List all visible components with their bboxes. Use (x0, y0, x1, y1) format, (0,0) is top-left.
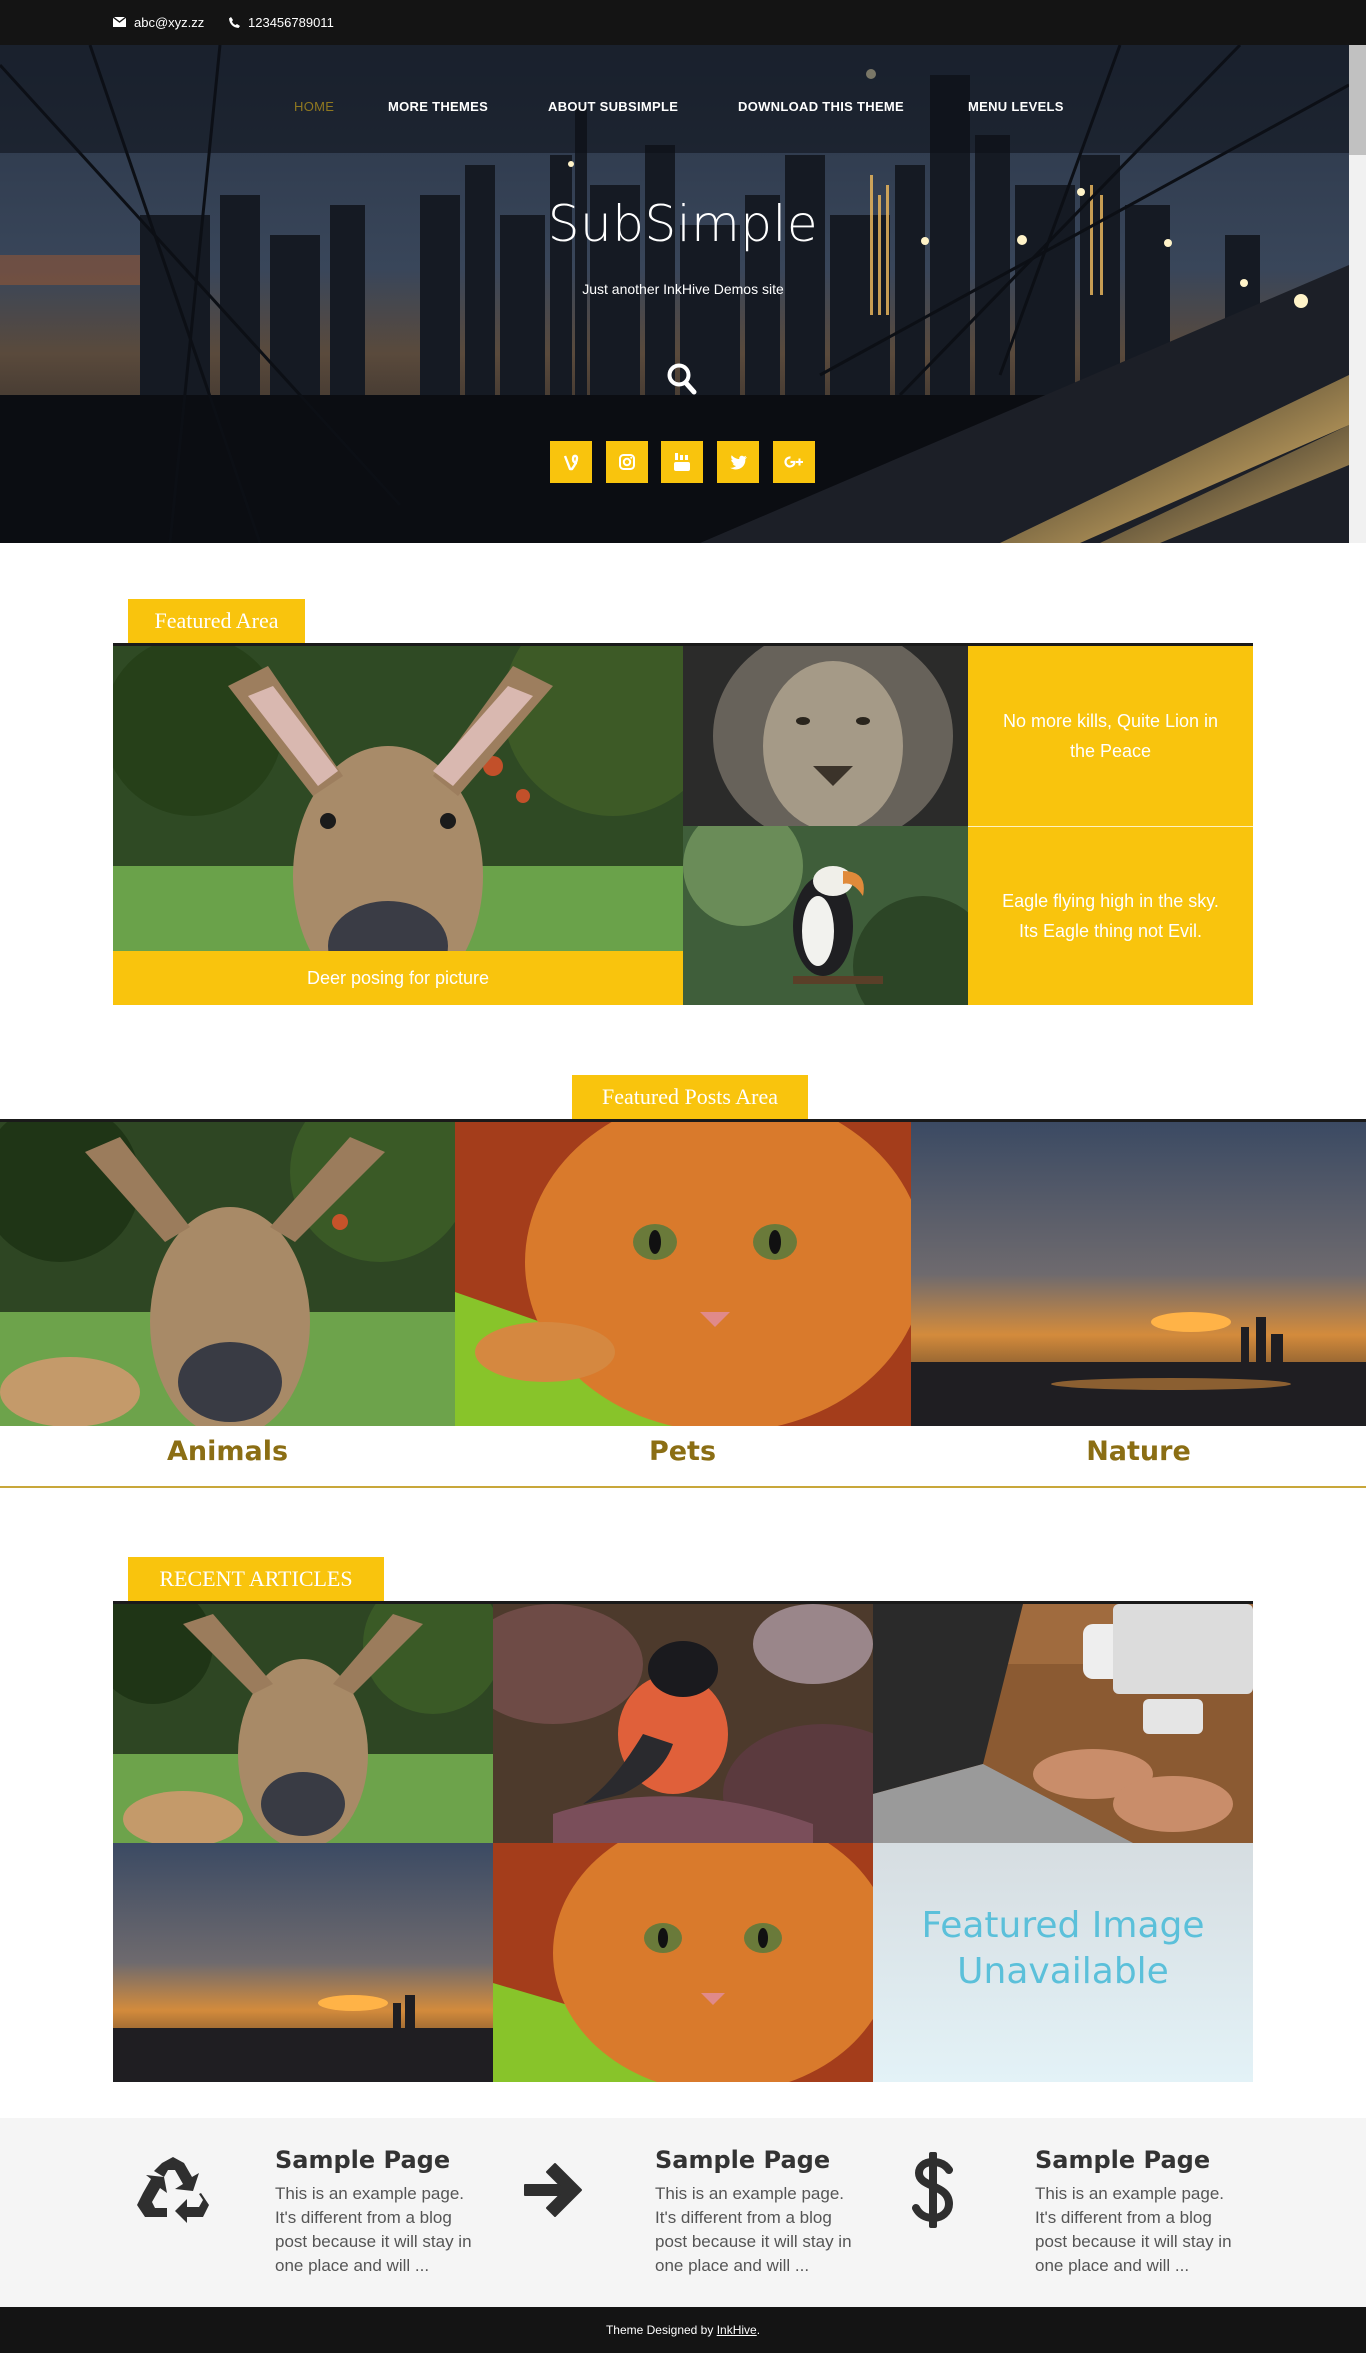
nav-more-themes[interactable]: MORE THEMES (388, 99, 488, 114)
dollar-icon (912, 2152, 954, 2228)
widget-icon-2 (508, 2150, 598, 2230)
social-twitter[interactable] (717, 441, 759, 483)
featured-eagle-image[interactable] (683, 826, 968, 1005)
widget-title-3[interactable]: Sample Page (1035, 2146, 1210, 2174)
widget-title-1[interactable]: Sample Page (275, 2146, 450, 2174)
unavailable-line-1: Featured Image (921, 1905, 1205, 1946)
arrow-right-icon (524, 2163, 582, 2217)
category-nature-image[interactable] (911, 1122, 1366, 1426)
unavailable-line-2: Unavailable (957, 1951, 1169, 1992)
widget-title-2[interactable]: Sample Page (655, 2146, 830, 2174)
category-pets-image[interactable] (455, 1122, 911, 1426)
footer-widgets: Sample Page This is an example page. It'… (0, 2118, 1366, 2307)
email-text: abc@xyz.zz (134, 14, 205, 30)
widget-2: Sample Page This is an example page. It'… (508, 2140, 888, 2290)
category-label-animals[interactable]: Animals (0, 1436, 455, 1467)
social-instagram[interactable] (606, 441, 648, 483)
category-label-pets[interactable]: Pets (455, 1436, 910, 1467)
search-icon (667, 363, 697, 395)
search-button[interactable] (666, 362, 698, 396)
widget-text-1: This is an example page. It's different … (275, 2184, 472, 2275)
widget-text-3: This is an example page. It's different … (1035, 2184, 1232, 2275)
youtube-icon (674, 453, 690, 471)
recent-article-deer[interactable] (113, 1604, 493, 1843)
featured-area-heading: Featured Area (128, 599, 305, 643)
nav-home[interactable]: HOME (294, 99, 334, 114)
social-vine[interactable] (550, 441, 592, 483)
featured-image-unavailable-placeholder: Featured Image Unavailable (873, 1903, 1253, 1995)
envelope-icon (113, 17, 126, 27)
scrollbar-thumb[interactable] (1349, 45, 1366, 155)
widget-icon-1 (128, 2150, 218, 2230)
google-plus-icon (784, 456, 803, 468)
featured-caption-eagle[interactable]: Eagle flying high in the sky. Its Eagle … (968, 826, 1253, 1005)
phone-text: 123456789011 (248, 14, 334, 30)
instagram-icon (619, 454, 635, 470)
recent-article-bird[interactable] (493, 1604, 873, 1843)
nav-menu-levels[interactable]: MENU LEVELS (968, 99, 1064, 114)
widget-3: Sample Page This is an example page. It'… (888, 2140, 1268, 2290)
contact-phone[interactable]: 123456789011 (229, 13, 334, 31)
widget-icon-3 (888, 2150, 978, 2230)
recent-article-laptop[interactable] (873, 1604, 1253, 1843)
footer-credit-suffix: . (756, 2323, 761, 2337)
social-youtube[interactable] (661, 441, 703, 483)
footer-inkhive-link[interactable]: InkHive (717, 2323, 757, 2337)
featured-lion-image[interactable] (683, 646, 968, 826)
recent-articles-heading: RECENT ARTICLES (128, 1557, 384, 1601)
category-animals-image[interactable] (0, 1122, 455, 1426)
featured-caption-lion[interactable]: No more kills, Quite Lion in the Peace (968, 646, 1253, 826)
recycle-icon (137, 2157, 209, 2223)
phone-icon (229, 16, 240, 28)
vine-icon (563, 454, 579, 471)
site-tagline: Just another InkHive Demos site (582, 281, 784, 297)
contact-email[interactable]: abc@xyz.zz (113, 13, 204, 31)
hero-header: HOME MORE THEMES ABOUT SUBSIMPLE DOWNLOA… (0, 45, 1349, 543)
twitter-icon (730, 454, 747, 469)
recent-article-cat[interactable] (493, 1843, 873, 2082)
category-divider (0, 1486, 1366, 1488)
widget-1: Sample Page This is an example page. It'… (128, 2140, 508, 2290)
site-title[interactable]: SubSimple (0, 195, 1349, 253)
nav-about-subsimple[interactable]: ABOUT SUBSIMPLE (548, 99, 678, 114)
featured-caption-deer[interactable]: Deer posing for picture (113, 951, 683, 1005)
featured-posts-heading: Featured Posts Area (572, 1075, 808, 1119)
footer-credit-prefix: Theme Designed by (605, 2323, 714, 2337)
widget-text-2: This is an example page. It's different … (655, 2184, 852, 2275)
social-google-plus[interactable] (773, 441, 815, 483)
recent-article-sunset[interactable] (113, 1843, 493, 2082)
site-footer: Theme Designed by InkHive. (0, 2307, 1366, 2353)
nav-download-this-theme[interactable]: DOWNLOAD THIS THEME (738, 99, 904, 114)
recent-article-unavailable[interactable]: Featured Image Unavailable (873, 1843, 1253, 2082)
main-navigation: HOME MORE THEMES ABOUT SUBSIMPLE DOWNLOA… (0, 99, 1349, 119)
category-label-nature[interactable]: Nature (911, 1436, 1366, 1467)
top-bar: abc@xyz.zz 123456789011 (0, 0, 1366, 45)
